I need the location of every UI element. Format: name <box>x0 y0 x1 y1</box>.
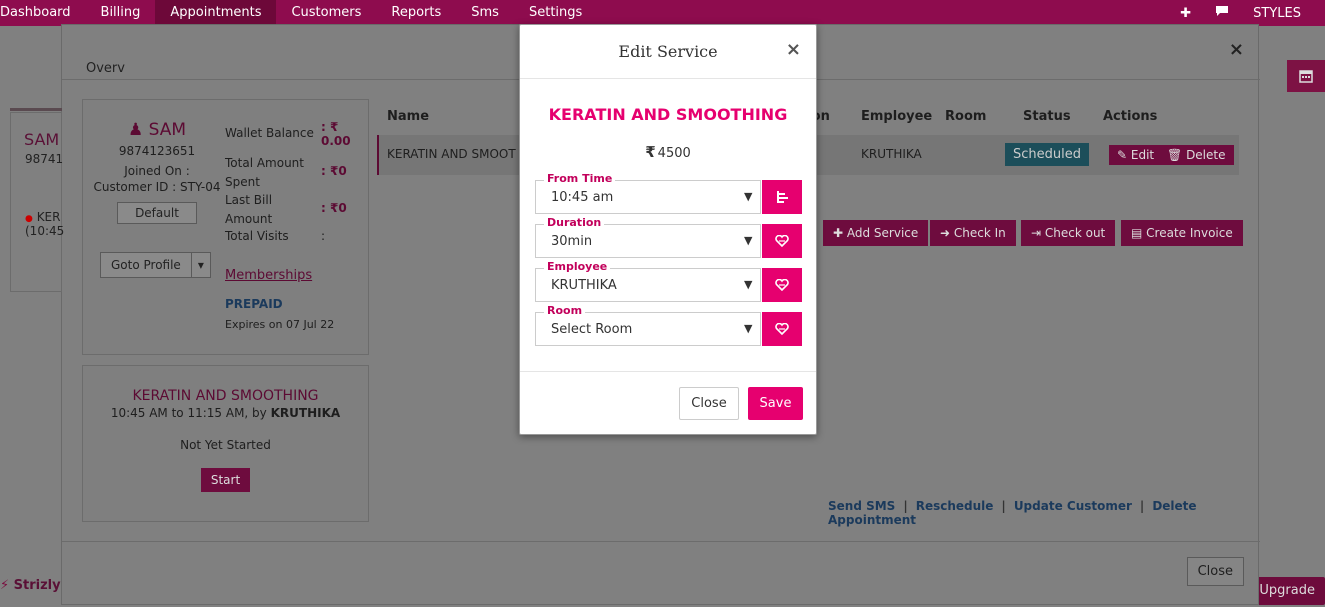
save-button[interactable]: Save <box>748 387 803 420</box>
footer-logo: ⚡ Strizly <box>0 578 61 593</box>
plus-icon[interactable]: ✚ <box>1168 6 1203 21</box>
customer-card: ♟ SAM 9874123651 Joined On : Customer ID… <box>82 99 369 355</box>
rupee-icon: ₹ <box>645 143 656 161</box>
nav-customers[interactable]: Customers <box>276 0 376 26</box>
employee-label: Employee <box>544 260 611 274</box>
customer-name: SAM <box>148 120 187 140</box>
nav-dashboard[interactable]: Dashboard <box>0 0 86 26</box>
close-button[interactable]: Close <box>679 387 739 420</box>
joined-on: Joined On : <box>124 164 190 178</box>
from-time-label: From Time <box>544 172 616 186</box>
row-employee: KRUTHIKA <box>861 147 922 161</box>
close-icon[interactable]: × <box>786 39 801 60</box>
customer-phone: 9874123651 <box>118 144 196 158</box>
service-card: KERATIN AND SMOOTHING 10:45 AM to 11:15 … <box>82 365 369 522</box>
heart-icon[interactable] <box>762 224 802 258</box>
service-card-time: 10:45 AM to 11:15 AM, by KRUTHIKA <box>110 406 341 420</box>
employee-field: KRUTHIKA ▼ Employee <box>535 260 802 302</box>
prepaid-label: PREPAID <box>225 297 283 311</box>
total-spent-value: : ₹0 <box>321 164 347 178</box>
memberships-link[interactable]: Memberships <box>225 268 312 283</box>
customer-name-row: ♟ SAM <box>83 120 231 140</box>
store-name[interactable]: STYLES <box>1241 6 1325 21</box>
service-name: KERATIN AND SMOOTHING <box>548 105 788 124</box>
status-badge: Scheduled <box>1005 143 1089 166</box>
footer-divider <box>62 541 1260 542</box>
reschedule-link[interactable]: Reschedule <box>916 499 994 513</box>
last-bill-label: Last Bill Amount <box>225 193 273 226</box>
delete-button[interactable]: 🗑 Delete <box>1159 145 1234 165</box>
goto-profile-group: Goto Profile ▾ <box>100 252 211 278</box>
chevron-down-icon: ▼ <box>744 322 753 335</box>
chevron-down-icon: ▼ <box>744 190 753 203</box>
from-time-field: 10:45 am ▼ From Time <box>535 172 802 214</box>
side-customer-phone: 98741 <box>25 152 64 166</box>
top-navigation: Dashboard Billing Appointments Customers… <box>0 0 1325 26</box>
room-field: Select Room ▼ Room <box>535 304 802 346</box>
tab-overview[interactable]: Overv <box>86 61 125 76</box>
appointment-links: Send SMS | Reschedule | Update Customer | Dele… <box>828 499 1197 527</box>
duration-field: 30min ▼ Duration <box>535 216 802 258</box>
expires-label: Expires on 07 Jul 22 <box>225 318 335 331</box>
duration-label: Duration <box>544 216 605 230</box>
wallet-value: : ₹ 0.00 <box>321 120 351 148</box>
chevron-down-icon: ▼ <box>744 278 753 291</box>
nav-reports[interactable]: Reports <box>376 0 456 26</box>
edit-button[interactable]: ✎ Edit <box>1109 145 1163 165</box>
timeline-icon[interactable] <box>762 180 802 214</box>
col-room: Room <box>945 109 987 124</box>
heart-icon[interactable] <box>762 268 802 302</box>
create-invoice-button[interactable]: ▤ Create Invoice <box>1121 220 1243 246</box>
bolt-icon: ⚡ <box>0 578 10 593</box>
total-visits-label: Total Visits <box>225 229 289 243</box>
nav-appointments[interactable]: Appointments <box>155 0 277 26</box>
update-customer-link[interactable]: Update Customer <box>1014 499 1132 513</box>
start-button[interactable]: Start <box>200 468 251 492</box>
wallet-label: Wallet Balance <box>225 126 314 140</box>
send-sms-link[interactable]: Send SMS <box>828 499 895 513</box>
appointment-close-button[interactable]: Close <box>1186 557 1244 586</box>
modal-footer-divider <box>520 371 816 372</box>
add-service-button[interactable]: ✚ Add Service <box>823 220 929 246</box>
chat-icon[interactable] <box>1203 5 1241 21</box>
chevron-down-icon: ▼ <box>744 234 753 247</box>
col-employee: Employee <box>861 109 933 124</box>
nav-billing[interactable]: Billing <box>86 0 156 26</box>
side-appointment-item[interactable]: ● KER (10:45 <box>25 210 64 238</box>
col-name: Name <box>387 109 430 124</box>
person-icon: ♟ <box>127 120 144 140</box>
modal-header: Edit Service × <box>520 25 816 79</box>
dot-icon: ● <box>25 214 33 224</box>
close-icon[interactable]: × <box>1229 39 1244 60</box>
col-status: Status <box>1023 109 1071 124</box>
check-in-button[interactable]: ➜ Check In <box>930 220 1016 246</box>
nav-settings[interactable]: Settings <box>514 0 597 26</box>
row-service-name: KERATIN AND SMOOT <box>387 147 516 161</box>
total-visits-value: : <box>321 229 326 243</box>
service-price: ₹4500 <box>645 143 691 161</box>
calendar-icon[interactable] <box>1287 60 1325 92</box>
active-tab-indicator <box>10 108 62 111</box>
nav-sms[interactable]: Sms <box>456 0 514 26</box>
service-status-text: Not Yet Started <box>180 438 271 452</box>
heart-icon[interactable] <box>762 312 802 346</box>
customer-id: Customer ID : STY-04 <box>93 180 221 194</box>
room-label: Room <box>544 304 586 318</box>
col-actions: Actions <box>1103 109 1158 124</box>
check-out-button[interactable]: ⇥ Check out <box>1021 220 1116 246</box>
modal-title: Edit Service <box>618 42 718 61</box>
upgrade-button[interactable]: Upgrade <box>1249 577 1325 605</box>
last-bill-value: : ₹0 <box>321 201 347 215</box>
edit-service-modal: Edit Service × KERATIN AND SMOOTHING ₹45… <box>519 24 817 435</box>
side-customer-name: SAM <box>24 130 60 149</box>
total-spent-label: Total Amount Spent <box>225 156 304 189</box>
caret-down-icon[interactable]: ▾ <box>191 252 211 278</box>
service-card-name: KERATIN AND SMOOTHING <box>132 388 319 404</box>
default-badge[interactable]: Default <box>117 202 197 224</box>
goto-profile-button[interactable]: Goto Profile <box>100 252 192 278</box>
